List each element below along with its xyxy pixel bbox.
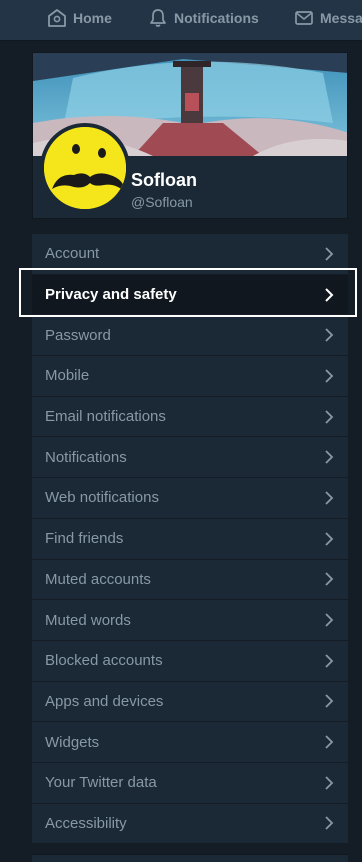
menu-item-muted-accounts[interactable]: Muted accounts	[32, 560, 348, 601]
chevron-right-icon	[325, 409, 334, 424]
bell-icon	[150, 9, 166, 27]
menu-item-widgets[interactable]: Widgets	[32, 722, 348, 763]
menu-item-your-twitter-data[interactable]: Your Twitter data	[32, 763, 348, 804]
chevron-right-icon	[325, 816, 334, 831]
menu-item-label: Password	[45, 326, 111, 344]
menu-item-label: Widgets	[45, 733, 100, 751]
menu-item-label: Muted words	[45, 611, 131, 629]
menu-item-label: Email notifications	[45, 408, 166, 426]
mustache-smiley-icon	[44, 127, 126, 209]
chevron-right-icon	[325, 613, 334, 627]
chevron-right-icon	[325, 287, 334, 302]
profile-display-name[interactable]: Sofloan	[131, 170, 197, 191]
nav-home[interactable]: Home	[47, 7, 112, 29]
chevron-right-icon	[325, 247, 334, 261]
menu-item-label: Notifications	[45, 448, 127, 466]
menu-item-mobile[interactable]: Mobile	[32, 356, 348, 397]
profile-card[interactable]: Sofloan @Sofloan	[32, 52, 348, 219]
menu-item-label: Privacy and safety	[45, 286, 177, 304]
chevron-right-icon	[325, 369, 334, 383]
menu-item-accessibility[interactable]: Accessibility	[32, 804, 348, 845]
menu-item-label: Web notifications	[45, 489, 159, 507]
profile-avatar[interactable]	[40, 123, 130, 213]
chevron-right-icon	[325, 532, 334, 546]
nav-home-label: Home	[73, 10, 112, 26]
menu-item-label: Accessibility	[45, 814, 127, 832]
menu-item-privacy-and-safety[interactable]: Privacy and safety	[32, 274, 348, 316]
nav-messages[interactable]: Messa	[294, 7, 362, 29]
menu-item-label: Blocked accounts	[45, 652, 163, 670]
menu-item-blocked-accounts[interactable]: Blocked accounts	[32, 641, 348, 682]
chevron-right-icon	[325, 654, 334, 668]
chevron-right-icon	[325, 491, 334, 505]
profile-handle[interactable]: @Sofloan	[131, 194, 193, 210]
menu-item-label: Mobile	[45, 367, 90, 385]
menu-item-email-notifications[interactable]: Email notifications	[32, 397, 348, 438]
nav-messages-label: Messa	[320, 10, 362, 26]
chevron-right-icon	[325, 694, 334, 709]
menu-item-find-friends[interactable]: Find friends	[32, 519, 348, 560]
nav-notifications-label: Notifications	[174, 10, 259, 26]
chevron-right-icon	[325, 735, 334, 749]
chevron-right-icon	[325, 776, 334, 790]
menu-item-label: Muted accounts	[45, 570, 151, 588]
menu-item-apps-and-devices[interactable]: Apps and devices	[32, 682, 348, 723]
envelope-icon	[295, 11, 313, 25]
menu-item-label: Find friends	[45, 530, 124, 548]
menu-item-muted-words[interactable]: Muted words	[32, 600, 348, 641]
menu-item-web-notifications[interactable]: Web notifications	[32, 478, 348, 519]
menu-item-label: Account	[45, 245, 100, 263]
chevron-right-icon	[325, 572, 334, 586]
menu-item-label: Apps and devices	[45, 692, 164, 710]
settings-menu: Account Privacy and safety Password Mobi…	[32, 234, 348, 845]
chevron-right-icon	[325, 328, 334, 342]
nav-notifications[interactable]: Notifications	[148, 7, 259, 29]
chevron-right-icon	[325, 450, 334, 464]
menu-item-label: Your Twitter data	[45, 774, 157, 792]
menu-item-account[interactable]: Account	[32, 234, 348, 275]
menu-item-password[interactable]: Password	[32, 315, 348, 357]
home-icon	[48, 9, 66, 27]
top-navigation-bar: Home Notifications Messa	[0, 0, 362, 41]
menu-item-notifications[interactable]: Notifications	[32, 437, 348, 479]
